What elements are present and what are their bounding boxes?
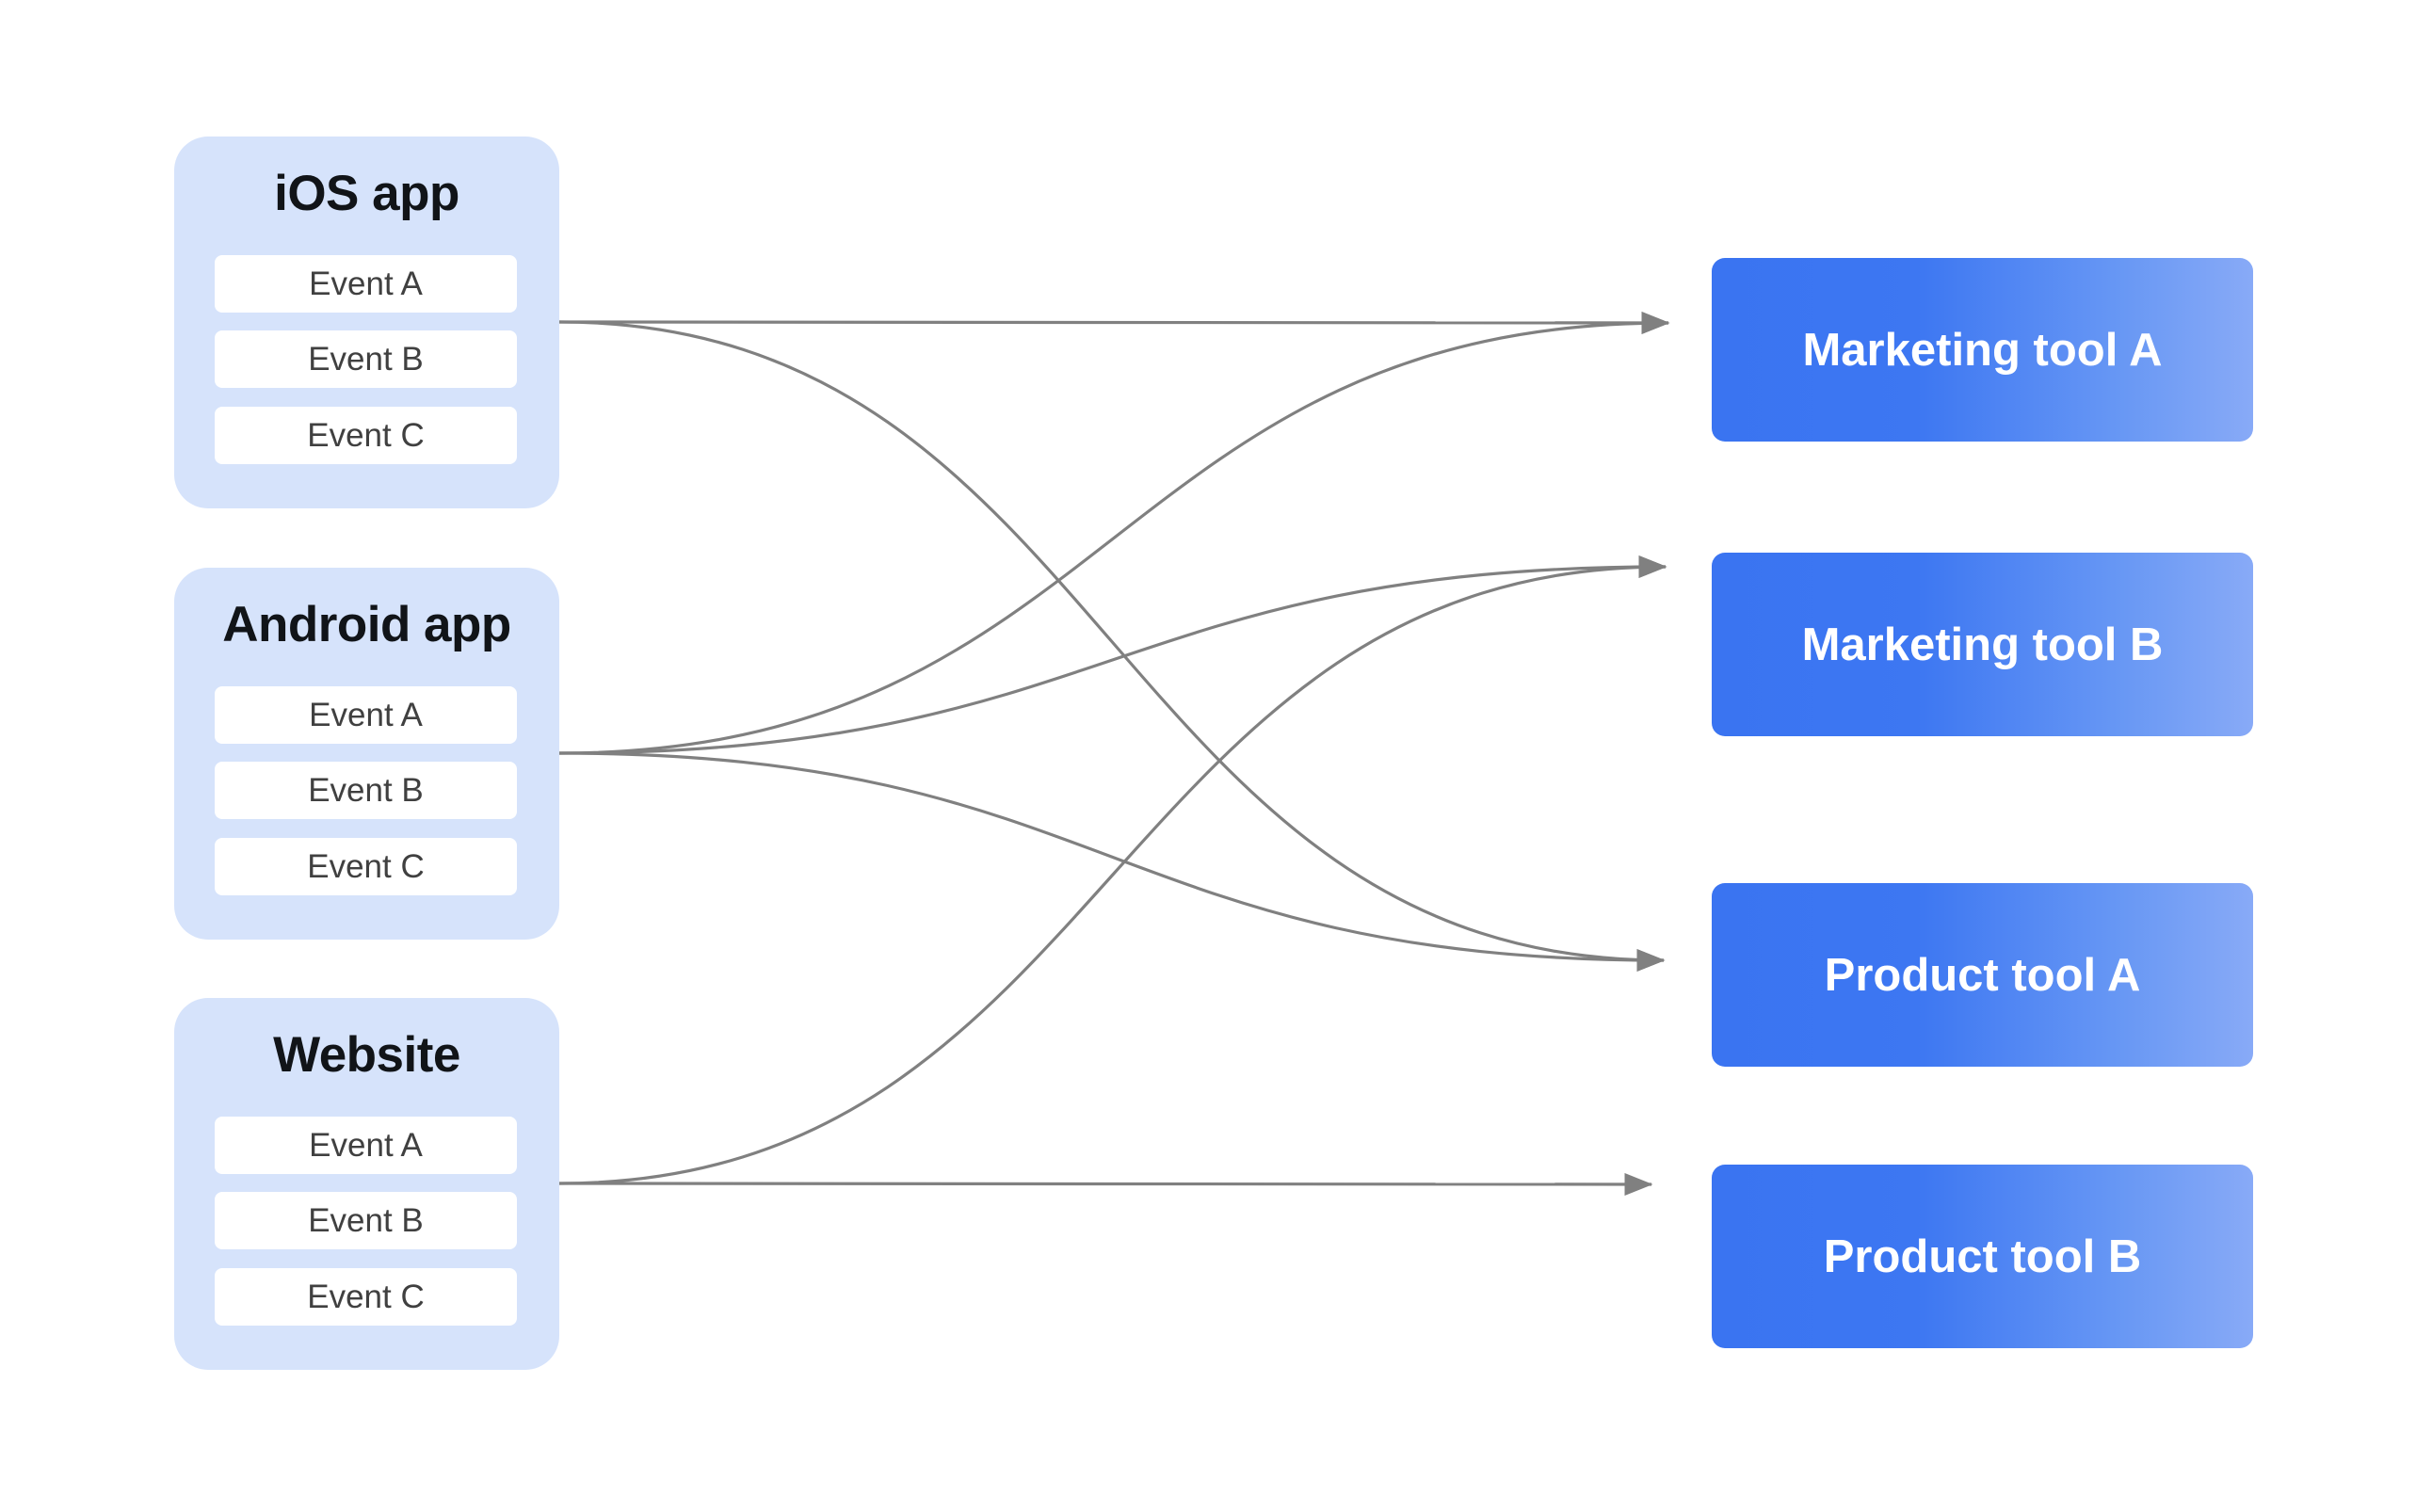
event-item: Event A [215, 1117, 517, 1174]
source-ios-app: iOS app Event A Event B Event C [174, 137, 559, 508]
connector-android-to-marketing-b [558, 555, 1667, 755]
connector-android-to-marketing-a [558, 312, 1670, 755]
event-item: Event A [215, 686, 517, 744]
source-title: iOS app [274, 166, 459, 221]
event-item: Event B [215, 762, 517, 819]
event-item: Event A [215, 255, 517, 313]
connector-android-to-product-a [558, 751, 1666, 972]
event-item: Event B [215, 330, 517, 388]
connector-website-to-product-b [558, 1172, 1653, 1196]
event-item: Event C [215, 1268, 517, 1326]
connector-ios-to-marketing-a [558, 311, 1670, 334]
destination-product-tool-b: Product tool B [1712, 1165, 2253, 1348]
source-android-app: Android app Event A Event B Event C [174, 568, 559, 940]
connector-ios-to-product-a [558, 320, 1666, 972]
source-title: Website [273, 1027, 460, 1083]
source-title: Android app [222, 597, 511, 652]
event-item: Event C [215, 838, 517, 895]
source-website: Website Event A Event B Event C [174, 998, 559, 1370]
destination-marketing-tool-b: Marketing tool B [1712, 553, 2253, 736]
destination-marketing-tool-a: Marketing tool A [1712, 258, 2253, 442]
destination-product-tool-a: Product tool A [1712, 883, 2253, 1067]
event-item: Event B [215, 1192, 517, 1249]
event-item: Event C [215, 407, 517, 464]
